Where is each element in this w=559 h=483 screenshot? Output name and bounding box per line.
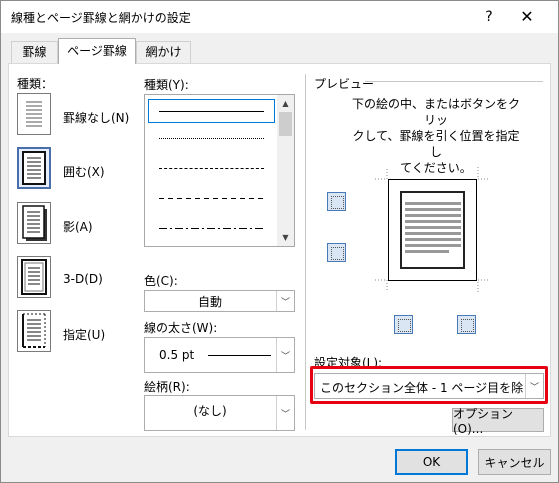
setting-3d-label: 3-D(D) [63, 272, 103, 286]
cancel-button[interactable]: キャンセル [478, 449, 551, 475]
width-dropdown[interactable]: 0.5 pt ﹀ [144, 337, 295, 373]
preview-divider [365, 81, 543, 82]
setting-none-button[interactable] [17, 93, 51, 135]
line-style-selected[interactable] [148, 99, 275, 123]
shadow-border-icon [22, 205, 47, 241]
borders-and-shading-dialog: 線種とページ罫線と網かけの設定 ? ✕ 罫線 ページ罫線 網かけ 種類： 罫線な… [0, 0, 559, 483]
no-border-icon [26, 101, 42, 127]
options-button[interactable]: オプション(O)... [452, 407, 544, 436]
color-label: 色(C): [144, 274, 178, 288]
help-button[interactable]: ? [477, 5, 501, 29]
highlight-box [310, 366, 548, 404]
tab-page-border[interactable]: ページ罫線 [58, 38, 136, 64]
title-bar: 線種とページ罫線と網かけの設定 ? ✕ [1, 1, 558, 33]
close-button[interactable]: ✕ [515, 5, 539, 29]
line-style-dash-dot[interactable] [159, 228, 264, 229]
bottom-border-toggle-icon[interactable] [327, 243, 346, 262]
setting-heading: 種類： [17, 77, 54, 91]
color-value: 自動 [197, 294, 222, 309]
width-value: 0.5 pt [159, 348, 195, 362]
line-style-dashed[interactable] [159, 198, 264, 199]
setting-shadow-label: 影(A) [63, 220, 93, 234]
chevron-down-icon[interactable]: ﹀ [276, 338, 294, 372]
width-sample-line [208, 355, 271, 356]
dialog-title: 線種とページ罫線と網かけの設定 [11, 11, 191, 25]
column-divider [305, 74, 306, 430]
width-label: 線の太さ(W): [144, 321, 218, 335]
right-border-toggle-icon[interactable] [457, 315, 476, 334]
line-style-solid [159, 111, 264, 112]
scroll-down-arrow-icon[interactable]: ▼ [277, 229, 294, 246]
art-value: (なし) [193, 404, 227, 418]
ok-button[interactable]: OK [395, 449, 468, 475]
color-dropdown[interactable]: 自動 ﹀ [144, 290, 295, 312]
tab-shading[interactable]: 網かけ [136, 41, 191, 63]
tab-borders[interactable]: 罫線 [11, 41, 58, 63]
setting-custom-button[interactable] [17, 310, 51, 352]
preview-page[interactable] [388, 179, 477, 281]
preview-heading: プレビュー [314, 77, 375, 91]
instruction-line: 下の絵の中、またはボタンをクリッ [351, 97, 520, 127]
chevron-down-icon[interactable]: ﹀ [276, 291, 294, 311]
style-label: 種類(Y): [144, 78, 189, 92]
setting-none-label: 罫線なし(N) [63, 111, 130, 125]
3d-border-icon [21, 259, 47, 295]
box-border-icon [22, 151, 46, 185]
preview-instruction: 下の絵の中、またはボタンをクリッ クして、罫線を引く位置を指定し てください。 [351, 96, 521, 176]
setting-shadow-button[interactable] [17, 202, 51, 244]
scroll-thumb[interactable] [279, 112, 292, 136]
setting-custom-label: 指定(U) [63, 328, 106, 342]
chevron-down-icon[interactable]: ﹀ [276, 396, 294, 430]
setting-box-button[interactable] [17, 147, 51, 189]
art-label: 絵柄(R): [144, 380, 190, 394]
top-border-toggle-icon[interactable] [327, 192, 346, 211]
art-dropdown[interactable]: (なし) ﹀ [144, 395, 295, 431]
line-style-dotted[interactable] [159, 138, 264, 139]
line-style-scrollbar[interactable]: ▲ ▼ [277, 95, 294, 246]
line-style-list[interactable]: ▲ ▼ [144, 94, 295, 247]
line-style-fine-dashed[interactable] [159, 168, 264, 169]
custom-border-icon [22, 313, 46, 348]
setting-3d-button[interactable] [17, 256, 51, 298]
setting-box-label: 囲む(X) [63, 165, 105, 179]
scroll-up-arrow-icon[interactable]: ▲ [277, 95, 294, 112]
left-border-toggle-icon[interactable] [394, 315, 413, 334]
instruction-line: クして、罫線を引く位置を指定し [352, 129, 520, 159]
